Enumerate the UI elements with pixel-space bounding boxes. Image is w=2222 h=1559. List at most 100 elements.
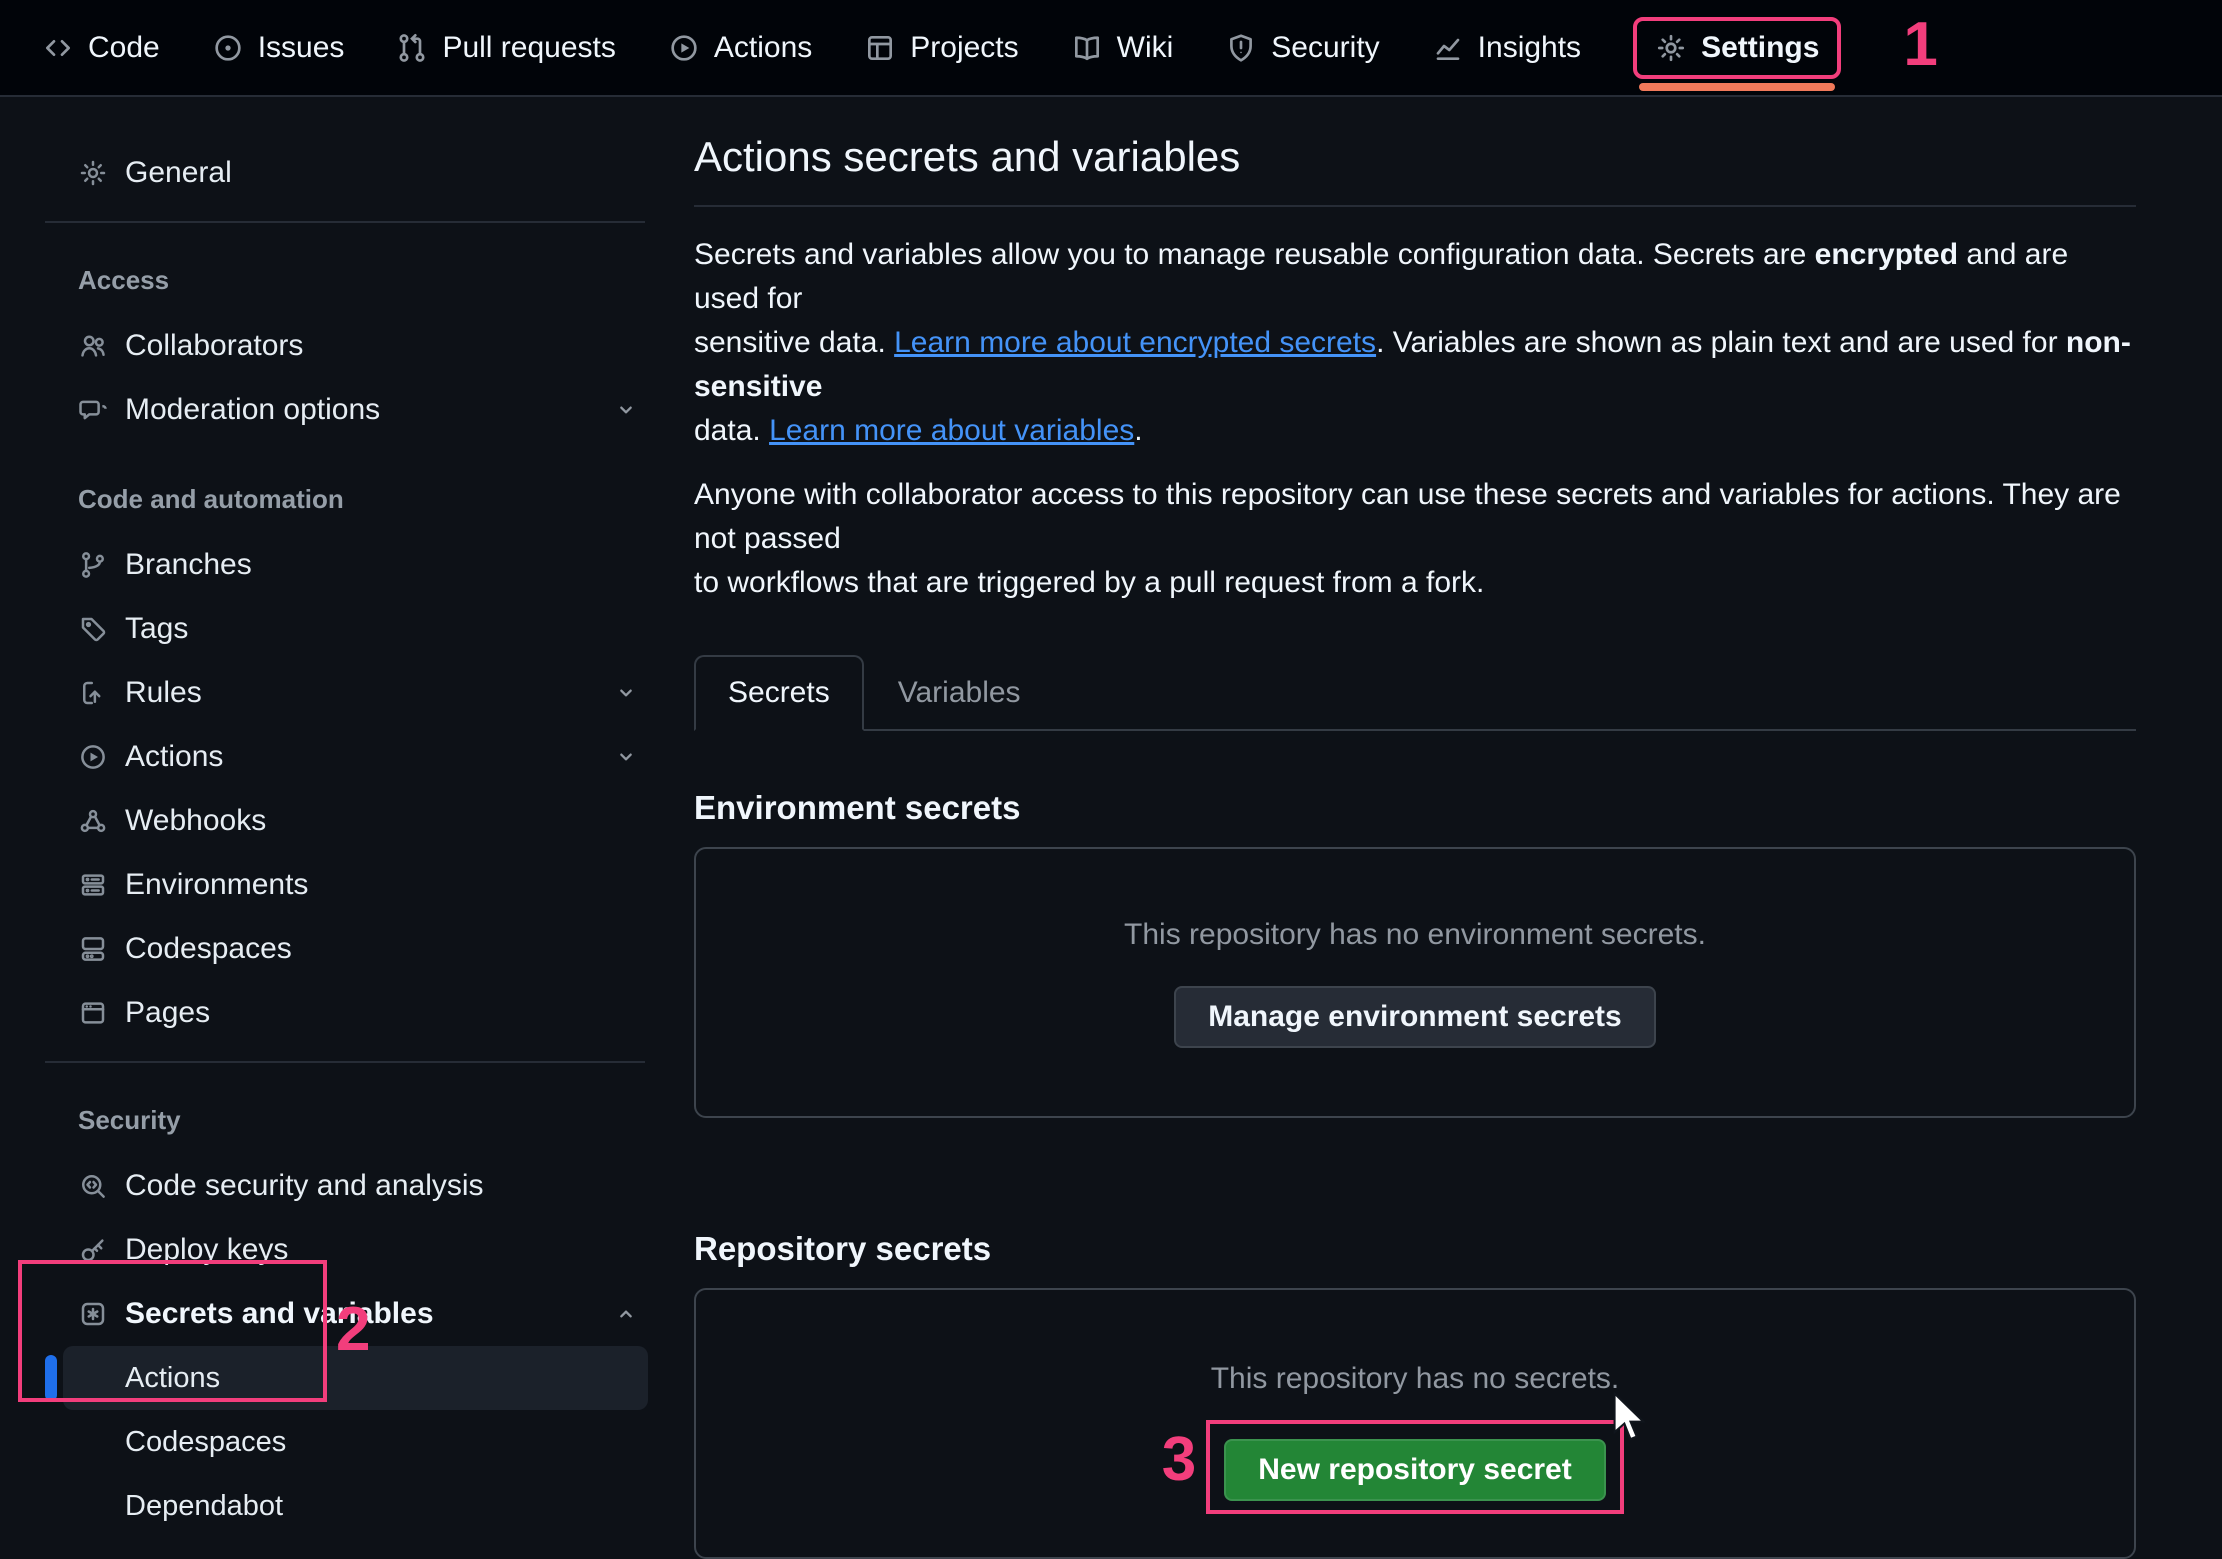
code-scan-icon [78, 1171, 108, 1201]
sidebar-item-label: Codespaces [125, 1426, 286, 1459]
repository-secrets-heading: Repository secrets [694, 1230, 2136, 1268]
play-circle-icon [78, 742, 108, 772]
chevron-up-icon [612, 1300, 640, 1328]
sidebar-section-access: Access [0, 265, 694, 296]
sidebar-item-label: Rules [125, 676, 202, 710]
sidebar-section-code-automation: Code and automation [0, 484, 694, 515]
sidebar-item-branches[interactable]: Branches [0, 533, 694, 597]
annotation-step-1: 1 [1903, 14, 1937, 76]
tab-security[interactable]: Security [1225, 31, 1379, 65]
sidebar-item-label: Dependabot [125, 1490, 283, 1523]
tab-wiki[interactable]: Wiki [1071, 31, 1174, 65]
codespaces-icon [78, 934, 108, 964]
tab-label: Actions [714, 31, 812, 65]
annotation-step-3: 3 [1162, 1429, 1196, 1491]
tab-label: Projects [910, 31, 1018, 65]
people-icon [78, 331, 108, 361]
book-icon [1071, 32, 1103, 64]
tab-label: Wiki [1117, 31, 1174, 65]
tab-insights[interactable]: Insights [1432, 31, 1581, 65]
tab-variables[interactable]: Variables [864, 655, 1055, 731]
sidebar-item-general[interactable]: General [0, 141, 694, 205]
page-title: Actions secrets and variables [694, 133, 2136, 181]
repo-nav: Code Issues Pull requests Actions Projec… [0, 0, 2222, 97]
key-asterisk-icon [78, 1299, 108, 1329]
repository-secrets-box: This repository has no secrets. 3 New re… [694, 1288, 2136, 1559]
tab-issues[interactable]: Issues [212, 31, 345, 65]
chevron-down-icon [612, 743, 640, 771]
sidebar-item-label: Environments [125, 868, 308, 902]
play-circle-icon [668, 32, 700, 64]
sidebar-item-label: Deploy keys [125, 1233, 288, 1267]
tab-code[interactable]: Code [42, 31, 160, 65]
intro-paragraph: Secrets and variables allow you to manag… [694, 233, 2136, 453]
sidebar-item-tags[interactable]: Tags [0, 597, 694, 661]
tab-actions[interactable]: Actions [668, 31, 812, 65]
annotation-step-2: 2 [336, 1299, 370, 1361]
sidebar-divider [45, 1061, 645, 1063]
tab-settings[interactable]: Settings [1655, 31, 1819, 65]
sidebar-item-label: Branches [125, 548, 252, 582]
environment-secrets-heading: Environment secrets [694, 789, 2136, 827]
sidebar-subitem-codespaces[interactable]: Codespaces [63, 1410, 648, 1474]
server-icon [78, 870, 108, 900]
tab-label: Pull requests [442, 31, 615, 65]
sidebar-section-security: Security [0, 1105, 694, 1136]
secrets-variables-tablist: Secrets Variables [694, 655, 2136, 731]
annotation-box-3: 3 New repository secret [1206, 1420, 1623, 1514]
emphasis-text: encrypted [1815, 238, 1958, 271]
sidebar-item-label: Moderation options [125, 393, 380, 427]
tab-secrets[interactable]: Secrets [694, 655, 864, 731]
comment-discussion-icon [78, 395, 108, 425]
sidebar-item-deploy-keys[interactable]: Deploy keys [0, 1218, 694, 1282]
issue-icon [212, 32, 244, 64]
sidebar-item-webhooks[interactable]: Webhooks [0, 789, 694, 853]
sidebar-item-pages[interactable]: Pages [0, 981, 694, 1045]
tab-projects[interactable]: Projects [864, 31, 1018, 65]
sidebar-item-code-security[interactable]: Code security and analysis [0, 1154, 694, 1218]
graph-icon [1432, 32, 1464, 64]
sidebar-item-label: Codespaces [125, 932, 292, 966]
environment-secrets-box: This repository has no environment secre… [694, 847, 2136, 1118]
sidebar-item-label: Secrets and variables [125, 1297, 434, 1331]
environment-empty-text: This repository has no environment secre… [1124, 918, 1706, 952]
sidebar-item-label: Collaborators [125, 329, 303, 363]
access-paragraph: Anyone with collaborator access to this … [694, 473, 2136, 605]
inline-link[interactable]: Learn more about encrypted secrets [894, 326, 1376, 359]
sidebar-item-collaborators[interactable]: Collaborators [0, 314, 694, 378]
active-tab-underline [1639, 83, 1835, 91]
sidebar-item-moderation-options[interactable]: Moderation options [0, 378, 694, 442]
browser-icon [78, 998, 108, 1028]
title-divider [694, 205, 2136, 207]
sidebar-item-label: Actions [125, 740, 223, 774]
repository-empty-text: This repository has no secrets. [1211, 1362, 1620, 1396]
sidebar-item-label: Code security and analysis [125, 1169, 484, 1203]
settings-content: Actions secrets and variables Secrets an… [694, 97, 2222, 1513]
projects-icon [864, 32, 896, 64]
tab-pull-requests[interactable]: Pull requests [396, 31, 615, 65]
manage-environment-secrets-button[interactable]: Manage environment secrets [1174, 986, 1655, 1048]
sidebar-item-label: Actions [125, 1362, 220, 1395]
git-branch-icon [78, 550, 108, 580]
sidebar-item-label: Webhooks [125, 804, 266, 838]
sidebar-item-label: Pages [125, 996, 210, 1030]
sidebar-item-environments[interactable]: Environments [0, 853, 694, 917]
shield-icon [1225, 32, 1257, 64]
tab-label: Code [88, 31, 160, 65]
gear-icon [1655, 32, 1687, 64]
webhook-icon [78, 806, 108, 836]
sidebar-subitem-dependabot[interactable]: Dependabot [63, 1474, 648, 1538]
code-icon [42, 32, 74, 64]
tab-label: Settings [1701, 31, 1819, 65]
tab-label: Security [1271, 31, 1379, 65]
sidebar-divider [45, 221, 645, 223]
gear-icon [78, 158, 108, 188]
new-repository-secret-button[interactable]: New repository secret [1224, 1439, 1605, 1501]
key-icon [78, 1235, 108, 1265]
settings-sidebar: General Access Collaborators Moderation … [0, 97, 694, 1513]
inline-link[interactable]: Learn more about variables [769, 414, 1134, 447]
tab-label: Insights [1478, 31, 1581, 65]
sidebar-item-rules[interactable]: Rules [0, 661, 694, 725]
sidebar-item-codespaces[interactable]: Codespaces [0, 917, 694, 981]
sidebar-item-actions[interactable]: Actions [0, 725, 694, 789]
